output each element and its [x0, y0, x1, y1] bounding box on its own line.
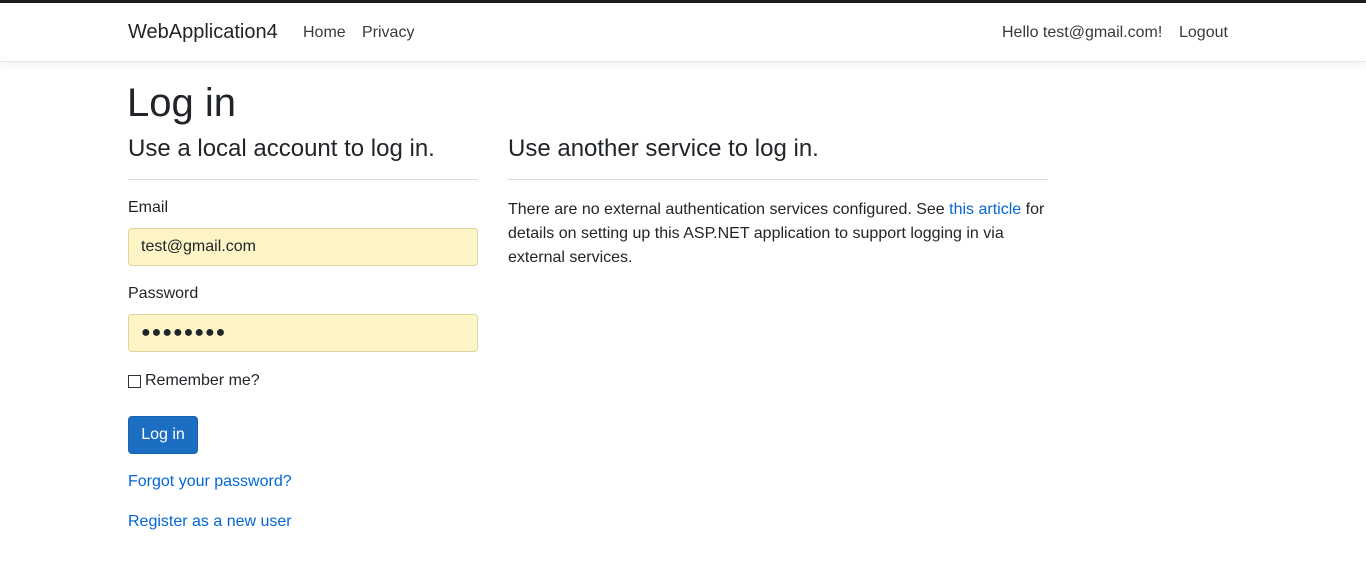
external-info-text: There are no external authentication ser…: [508, 198, 1053, 270]
this-article-link[interactable]: this article: [949, 201, 1021, 218]
page-title: Log in: [127, 81, 236, 125]
remember-me-checkbox[interactable]: [128, 374, 141, 388]
divider: [508, 179, 1048, 180]
email-field[interactable]: [128, 228, 478, 266]
external-info-text-start: There are no external authentication ser…: [508, 201, 950, 218]
register-link[interactable]: Register as a new user: [128, 513, 292, 531]
external-service-heading: Use another service to log in.: [508, 135, 819, 162]
forgot-password-link[interactable]: Forgot your password?: [128, 473, 292, 491]
divider: [128, 179, 478, 180]
password-field[interactable]: [128, 314, 478, 352]
user-greeting[interactable]: Hello test@gmail.com!: [1002, 24, 1162, 42]
password-label: Password: [128, 285, 199, 302]
navbar: WebApplication4 Home Privacy Hello test@…: [0, 3, 1366, 62]
nav-privacy-link[interactable]: Privacy: [362, 24, 414, 42]
login-button[interactable]: Log in: [128, 416, 198, 454]
logout-button[interactable]: Logout: [1179, 24, 1228, 42]
remember-me-label[interactable]: Remember me?: [145, 372, 260, 390]
email-label: Email: [128, 199, 169, 216]
local-account-heading: Use a local account to log in.: [128, 135, 435, 162]
brand-link[interactable]: WebApplication4: [128, 21, 278, 44]
nav-home-link[interactable]: Home: [303, 24, 346, 42]
remember-me-row: Remember me?: [128, 372, 260, 390]
